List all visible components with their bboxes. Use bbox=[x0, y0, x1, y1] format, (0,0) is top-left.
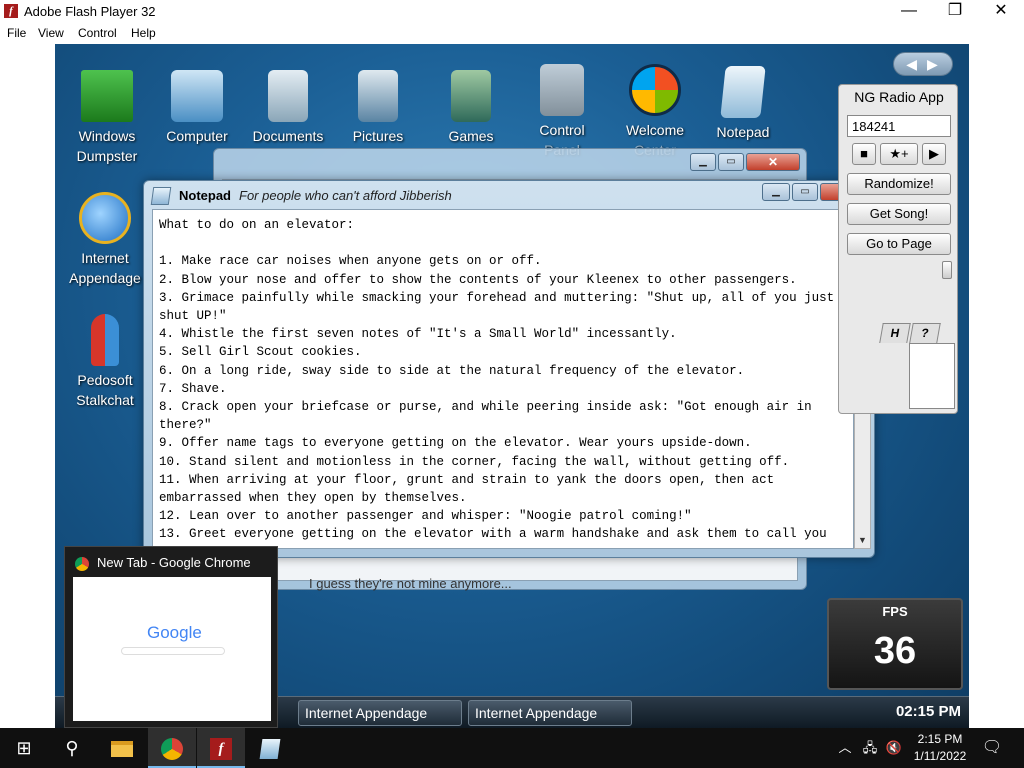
notepad-text: What to do on an elevator: 1. Make race … bbox=[159, 218, 835, 542]
documents-icon bbox=[268, 70, 308, 122]
fps-counter: FPS 36 bbox=[827, 598, 963, 690]
notepad-text-area[interactable]: What to do on an elevator: 1. Make race … bbox=[152, 209, 854, 549]
menu-help[interactable]: Help bbox=[131, 26, 156, 40]
games-icon bbox=[451, 70, 491, 122]
host-title-bar: f Adobe Flash Player 32 — ❐ ✕ bbox=[0, 0, 1024, 24]
close-icon[interactable]: ✕ bbox=[978, 0, 1024, 24]
internet-explorer-icon bbox=[79, 192, 131, 244]
desktop-icon-internet-appendage[interactable]: Internet Appendage bbox=[60, 192, 150, 288]
ng-radio-app: NG Radio App 184241 ■ ★+ ▶ Randomize! Ge… bbox=[838, 84, 958, 414]
taskbar-button-internet-appendage-1[interactable]: Internet Appendage bbox=[298, 700, 462, 726]
volume-muted-icon[interactable]: 🔇 bbox=[882, 728, 906, 768]
chrome-thumbnail-preview[interactable]: New Tab - Google Chrome Google bbox=[64, 546, 278, 728]
file-explorer-icon[interactable] bbox=[98, 728, 146, 768]
notepad-icon bbox=[720, 66, 766, 118]
notepad-window[interactable]: Notepad For people who can't afford Jibb… bbox=[143, 180, 875, 558]
stop-button[interactable]: ■ bbox=[852, 143, 876, 165]
favorite-button[interactable]: ★+ bbox=[880, 143, 918, 165]
radio-title: NG Radio App bbox=[854, 89, 944, 105]
tab-help[interactable]: ? bbox=[909, 323, 941, 343]
back-minimize-button[interactable]: ▁ bbox=[690, 153, 716, 171]
notepad-taskbar-icon[interactable] bbox=[246, 728, 294, 768]
notepad-icon bbox=[150, 187, 172, 205]
messenger-icon bbox=[91, 314, 119, 366]
minimize-icon[interactable]: — bbox=[886, 0, 932, 24]
notepad-subtitle: For people who can't afford Jibberish bbox=[239, 188, 452, 203]
get-song-button[interactable]: Get Song! bbox=[847, 203, 951, 225]
host-window-title: Adobe Flash Player 32 bbox=[24, 4, 156, 19]
desktop-icon-documents[interactable]: Documents bbox=[243, 70, 333, 146]
randomize-button[interactable]: Randomize! bbox=[847, 173, 951, 195]
notepad-maximize-button[interactable]: ▭ bbox=[792, 183, 818, 201]
fps-value: 36 bbox=[873, 630, 917, 672]
preview-page: Google bbox=[73, 577, 271, 721]
nav-arrows[interactable]: ◀▶ bbox=[893, 52, 953, 76]
menu-view[interactable]: View bbox=[38, 26, 64, 40]
notifications-icon[interactable]: 🗨 bbox=[974, 728, 1010, 768]
control-panel-icon bbox=[540, 64, 584, 116]
inner-taskbar-clock: 02:15 PM bbox=[895, 703, 961, 720]
notepad-title: Notepad bbox=[179, 188, 231, 203]
pictures-icon bbox=[358, 70, 398, 122]
show-hidden-icons-icon[interactable]: ︿ bbox=[832, 728, 858, 768]
preview-search-box bbox=[121, 647, 225, 655]
fps-label: FPS bbox=[882, 604, 908, 619]
notepad-minimize-button[interactable]: ▁ bbox=[762, 183, 790, 201]
desktop-icon-welcome-center[interactable]: Welcome Center bbox=[610, 64, 700, 160]
background-window-footer: I guess they're not mine anymore... bbox=[309, 576, 512, 591]
chrome-icon bbox=[75, 557, 89, 571]
menu-file[interactable]: File bbox=[7, 26, 26, 40]
chrome-taskbar-icon[interactable] bbox=[148, 728, 196, 768]
desktop-icon-control-panel[interactable]: Control Panel bbox=[517, 64, 607, 160]
desktop-icon-computer[interactable]: Computer bbox=[152, 70, 242, 146]
back-maximize-button[interactable]: ▭ bbox=[718, 153, 744, 171]
clock-time: 2:15 PM bbox=[917, 732, 963, 746]
flash-player-taskbar-icon[interactable]: f bbox=[197, 728, 245, 768]
desktop-icon-pedosoft-stalkchat[interactable]: Pedosoft Stalkchat bbox=[60, 314, 150, 410]
radio-song-id-input[interactable]: 184241 bbox=[847, 115, 951, 137]
menu-control[interactable]: Control bbox=[78, 26, 117, 40]
desktop-icon-pictures[interactable]: Pictures bbox=[333, 70, 423, 146]
radio-list-panel bbox=[909, 343, 955, 409]
windows-taskbar: ⊞ ⚲ f ︿ 🖧 🔇 2:15 PM 1/11/2022 🗨 bbox=[0, 728, 1024, 768]
maximize-icon[interactable]: ❐ bbox=[932, 0, 978, 24]
dumpster-icon bbox=[81, 70, 133, 122]
flash-logo-icon: f bbox=[4, 4, 18, 18]
taskbar-button-internet-appendage-2[interactable]: Internet Appendage bbox=[468, 700, 632, 726]
volume-slider[interactable] bbox=[942, 261, 952, 279]
desktop-icon-games[interactable]: Games bbox=[426, 70, 516, 146]
start-icon[interactable]: ⊞ bbox=[0, 728, 48, 768]
preview-title: New Tab - Google Chrome bbox=[97, 555, 251, 570]
go-to-page-button[interactable]: Go to Page bbox=[847, 233, 951, 255]
windows-logo-icon bbox=[629, 64, 681, 116]
clock-date: 1/11/2022 bbox=[913, 749, 967, 763]
google-logo: Google bbox=[147, 623, 202, 642]
scroll-down-icon[interactable]: ▼ bbox=[855, 532, 870, 548]
network-icon[interactable]: 🖧 bbox=[858, 728, 882, 768]
play-button[interactable]: ▶ bbox=[922, 143, 946, 165]
desktop-icon-windows-dumpster[interactable]: Windows Dumpster bbox=[62, 70, 152, 166]
tab-h[interactable]: H bbox=[879, 323, 911, 343]
system-clock[interactable]: 2:15 PM 1/11/2022 bbox=[908, 731, 972, 765]
search-icon[interactable]: ⚲ bbox=[48, 728, 96, 768]
back-close-button[interactable]: ✕ bbox=[746, 153, 800, 171]
computer-icon bbox=[171, 70, 223, 122]
desktop-icon-notepad[interactable]: Notepad bbox=[698, 66, 788, 142]
host-menu-bar: File View Control Help bbox=[0, 24, 1024, 44]
